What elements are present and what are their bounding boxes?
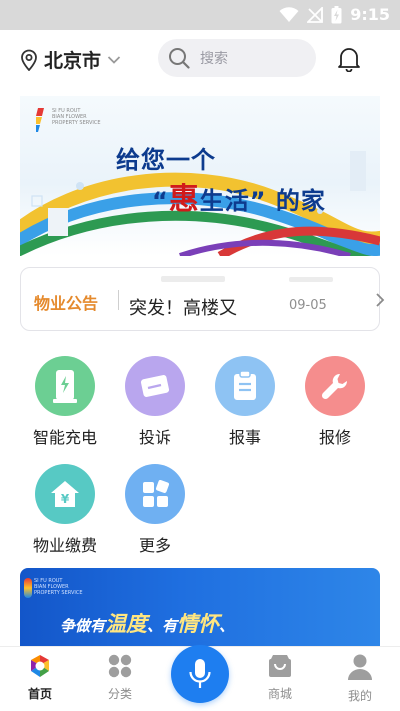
status-icons: 9:15 xyxy=(279,5,390,24)
slogan-text: 、 xyxy=(219,617,235,635)
wrench-icon xyxy=(305,356,365,416)
banner2-logo-text: SI FU ROUT BIAN FLOWER PROPERTY SERVICE xyxy=(34,578,83,596)
notice-title: 突发！高楼又 xyxy=(129,298,237,319)
tab-label: 分类 xyxy=(107,687,132,701)
tab-home[interactable]: 首页 xyxy=(10,653,70,702)
service-label: 智能充电 xyxy=(32,428,97,447)
service-more[interactable]: 更多 xyxy=(115,464,195,556)
bell-icon[interactable] xyxy=(337,46,361,72)
location-pin-icon xyxy=(21,49,37,71)
service-label: 投诉 xyxy=(138,428,171,447)
banner-quote: “ xyxy=(152,187,169,215)
brand-logo-icon xyxy=(24,578,32,598)
tab-mall[interactable]: 商城 xyxy=(250,653,310,702)
voice-button[interactable] xyxy=(171,645,229,703)
tab-category[interactable]: 分类 xyxy=(90,653,150,702)
tab-label: 首页 xyxy=(27,687,52,701)
service-repair[interactable]: 报修 xyxy=(295,356,375,448)
category-grid-icon xyxy=(108,654,132,678)
slogan-text: 、有 xyxy=(147,617,178,635)
banner-logo-line: PROPERTY SERVICE xyxy=(52,120,101,126)
service-label: 报事 xyxy=(228,428,261,447)
notice-prev-item xyxy=(161,276,225,282)
home-screen: 9:15 北京市 搜索 SI FU ROUT BIAN FLOWER PROPE… xyxy=(0,0,400,711)
tab-label: 商城 xyxy=(267,687,292,701)
notice-prev-date xyxy=(289,277,333,282)
complaint-ticket-icon xyxy=(125,356,185,416)
slogan-banner[interactable]: SI FU ROUT BIAN FLOWER PROPERTY SERVICE … xyxy=(20,568,380,648)
notice-bar[interactable]: 物业公告 突发！高楼又 09-05 xyxy=(20,267,385,331)
service-report-issue[interactable]: 报事 xyxy=(205,356,285,448)
tab-profile[interactable]: 我的 xyxy=(330,653,390,704)
wifi-icon xyxy=(279,6,299,22)
city-name: 北京市 xyxy=(44,50,102,72)
search-placeholder: 搜索 xyxy=(200,51,228,67)
slogan-emphasis: 情怀 xyxy=(177,612,220,636)
brand-logo-icon xyxy=(36,108,44,132)
house-yen-icon: ¥ xyxy=(35,464,95,524)
notice-date: 09-05 xyxy=(289,298,327,313)
user-icon xyxy=(348,654,372,680)
search-bar[interactable]: 搜索 xyxy=(158,39,316,77)
slogan-emphasis: 温度 xyxy=(105,612,148,636)
search-icon xyxy=(169,48,190,69)
service-complaint[interactable]: 投诉 xyxy=(115,356,195,448)
status-time: 9:15 xyxy=(350,5,390,24)
notice-label: 物业公告 xyxy=(34,294,99,313)
banner-logo xyxy=(36,108,46,132)
chevron-right-icon xyxy=(376,293,385,307)
banner-highlight: 惠 xyxy=(168,182,200,217)
service-label: 物业缴费 xyxy=(32,536,97,555)
banner-headline-suffix: 生活” 的家 xyxy=(199,187,326,215)
microphone-icon xyxy=(189,659,211,688)
service-label: 报修 xyxy=(318,428,351,447)
banner-headline-2: “惠生活” 的家 xyxy=(152,174,326,218)
top-header: 北京市 搜索 xyxy=(0,30,400,88)
service-property-fee[interactable]: ¥ 物业缴费 xyxy=(25,464,105,556)
charging-pile-icon xyxy=(35,356,95,416)
bottom-tab-bar: 首页 分类 商城 我的 xyxy=(0,645,400,711)
slogan-text: 争做有 xyxy=(60,617,106,635)
signal-off-icon xyxy=(307,6,324,23)
chevron-down-icon xyxy=(107,55,121,64)
banner-headline-1: 给您一个 xyxy=(116,146,216,174)
banner-logo-text: SI FU ROUT BIAN FLOWER PROPERTY SERVICE xyxy=(52,108,101,126)
city-selector[interactable]: 北京市 xyxy=(20,46,121,73)
tab-label: 我的 xyxy=(347,689,372,703)
more-grid-icon xyxy=(125,464,185,524)
shopping-bag-icon xyxy=(269,655,291,677)
svg-text:¥: ¥ xyxy=(61,492,70,506)
status-bar: 9:15 xyxy=(0,0,400,30)
clipboard-icon xyxy=(215,356,275,416)
banner2-slogan: 争做有温度、有情怀、 xyxy=(60,608,234,638)
home-logo-icon xyxy=(31,655,49,677)
service-label: 更多 xyxy=(138,536,171,555)
service-smart-charging[interactable]: 智能充电 xyxy=(25,356,105,448)
notice-divider xyxy=(118,290,119,310)
battery-charging-icon xyxy=(331,5,342,23)
promo-banner[interactable]: SI FU ROUT BIAN FLOWER PROPERTY SERVICE … xyxy=(20,96,380,256)
banner2-logo-line: PROPERTY SERVICE xyxy=(34,590,83,596)
